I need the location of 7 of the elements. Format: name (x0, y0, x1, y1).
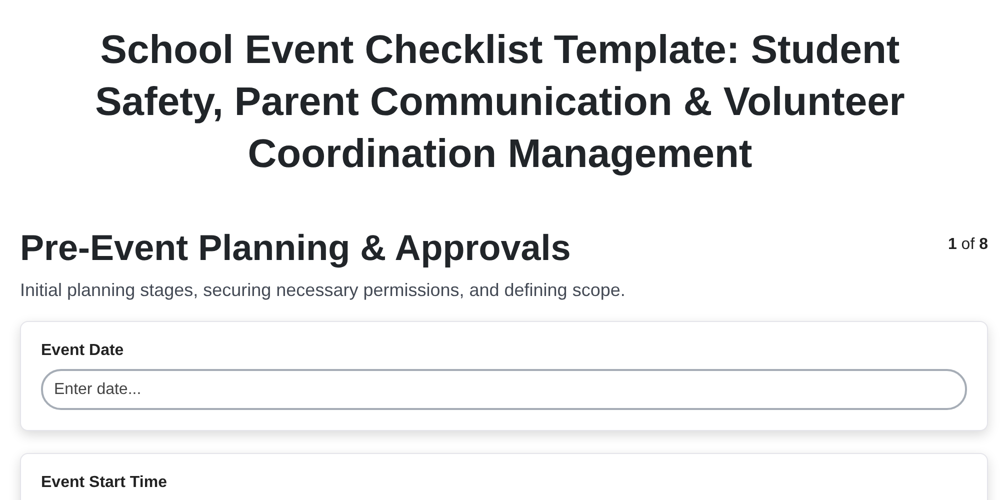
section-description: Initial planning stages, securing necessary permissions, and defining scope. (20, 280, 626, 301)
page-title: School Event Checklist Template: Student Safety, Parent Communication & Volunteer Coordination Management (94, 27, 906, 178)
field-label: Event Start Time (41, 474, 168, 492)
section-counter: 1 of 8 (948, 236, 988, 254)
input-field[interactable]: Enter date... (41, 369, 967, 410)
field-label: Event Date (41, 342, 125, 360)
section-heading: Pre-Event Planning & Approvals (20, 226, 571, 270)
